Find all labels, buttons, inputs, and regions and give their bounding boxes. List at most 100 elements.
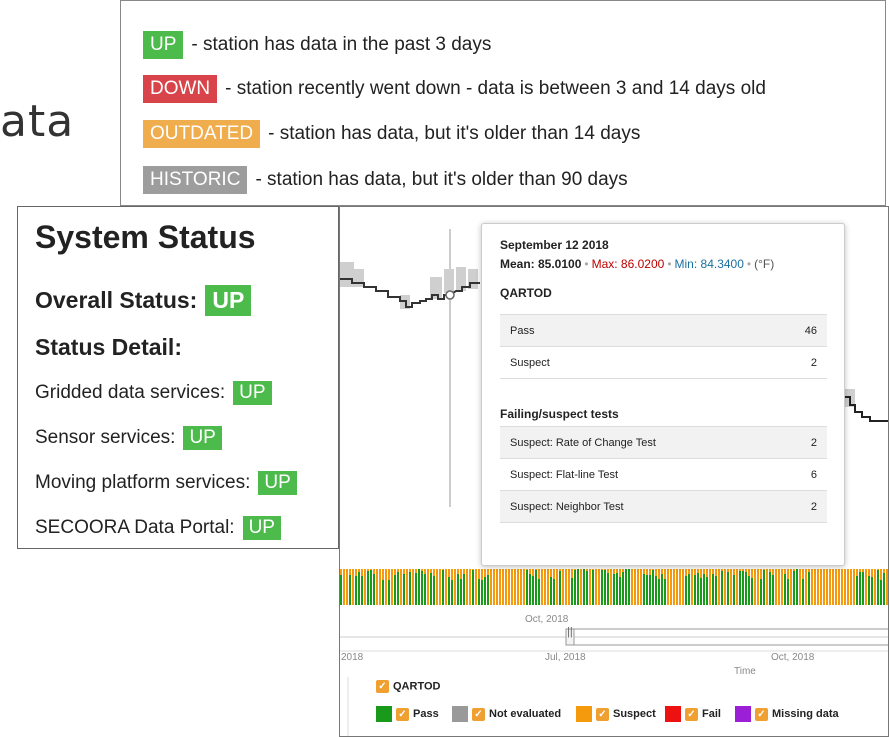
outdated-tag: OUTDATED: [143, 120, 261, 148]
flag-bar: [598, 569, 600, 605]
flag-bar: [763, 570, 765, 605]
flag-bar: [484, 569, 486, 577]
flag-bar: [412, 569, 414, 605]
flag-bar: [694, 575, 696, 605]
flag-bar: [700, 569, 702, 578]
service-status-badge: UP: [183, 426, 222, 450]
legend-item-not-evaluated[interactable]: ✓ Not evaluated: [452, 706, 561, 722]
flag-bar: [811, 569, 813, 605]
tooltip-min: Min: 84.3400: [674, 257, 744, 271]
legend-row-outdated: OUTDATED - station has data, but it's ol…: [143, 120, 640, 148]
flag-bar: [571, 578, 573, 605]
flag-bar: [658, 579, 660, 605]
flag-bar: [403, 574, 405, 605]
flag-bar: [817, 569, 819, 605]
flag-bar: [841, 569, 843, 605]
service-label: Gridded data services:: [35, 382, 226, 403]
flag-bar: [442, 570, 444, 605]
flag-bar: [643, 569, 645, 574]
legend-label: Pass: [413, 708, 439, 720]
flag-bar: [670, 569, 672, 605]
background-text-fragment: ata: [0, 96, 75, 147]
flag-bar: [382, 569, 384, 580]
checkbox-icon[interactable]: ✓: [376, 680, 389, 693]
flag-bar: [424, 569, 426, 574]
legend-item-suspect[interactable]: ✓ Suspect: [576, 706, 656, 722]
service-label: Sensor services:: [35, 427, 176, 448]
flag-bar: [865, 569, 867, 605]
checkbox-icon[interactable]: ✓: [472, 707, 485, 721]
legend-item-pass[interactable]: ✓ Pass: [376, 706, 439, 722]
flag-bar: [766, 569, 768, 605]
flag-bar: [697, 573, 699, 605]
flag-bar: [802, 569, 804, 579]
table-row: Suspect 2: [500, 346, 827, 379]
flag-bar: [805, 569, 807, 605]
flag-bar: [424, 574, 426, 605]
flag-bar: [556, 569, 558, 605]
checkbox-icon[interactable]: ✓: [596, 707, 609, 721]
flag-bar: [409, 572, 411, 605]
flag-bar: [343, 569, 345, 605]
flag-bar: [559, 571, 561, 605]
legend-row-down: DOWN - station recently went down - data…: [143, 75, 766, 103]
flag-bar: [844, 569, 846, 605]
flag-bar: [364, 569, 366, 605]
checkbox-icon[interactable]: ✓: [755, 707, 768, 721]
system-status-title: System Status: [35, 219, 256, 255]
flag-bar: [685, 569, 687, 576]
flag-bar: [643, 574, 645, 605]
flag-bar: [868, 569, 870, 576]
flag-bar: [607, 569, 609, 573]
flag-bar: [484, 577, 486, 605]
flag-bar: [760, 579, 762, 605]
checkbox-icon[interactable]: ✓: [396, 707, 409, 721]
flag-bar: [439, 569, 441, 605]
flag-bar: [679, 569, 681, 605]
legend-item-fail[interactable]: ✓ Fail: [665, 706, 721, 722]
flag-bar: [373, 569, 375, 574]
qartod-legend-title[interactable]: ✓ QARTOD: [376, 680, 440, 693]
flag-bar: [862, 572, 864, 605]
flag-bar: [715, 576, 717, 605]
flag-bar: [769, 572, 771, 605]
checkbox-icon[interactable]: ✓: [685, 707, 698, 721]
navigator-label-right: Oct, 2018: [771, 652, 815, 663]
flag-bar: [505, 569, 507, 605]
flag-bar: [769, 569, 771, 572]
flag-bar: [358, 569, 360, 572]
flag-bar: [583, 569, 585, 605]
flag-bar: [553, 579, 555, 605]
row-value: 2: [810, 356, 817, 369]
flag-bar: [421, 569, 423, 571]
flag-bar: [547, 569, 549, 605]
flag-bar: [646, 575, 648, 605]
legend-label: Suspect: [613, 708, 656, 720]
tooltip-unit: (°F): [754, 257, 775, 271]
flag-bar: [625, 569, 627, 605]
flag-bar: [535, 570, 537, 605]
flag-bar: [763, 569, 765, 570]
flag-bar: [460, 569, 462, 579]
flag-bar: [577, 569, 579, 605]
flag-bar: [724, 569, 726, 605]
flag-bar: [376, 569, 378, 605]
flag-bar: [856, 569, 858, 576]
flag-bar: [619, 569, 621, 577]
flag-bar: [391, 569, 393, 605]
flag-bar: [814, 569, 816, 605]
flag-bar: [733, 575, 735, 605]
flag-bar: [856, 576, 858, 605]
flag-bar: [793, 569, 795, 571]
flag-bar: [502, 569, 504, 605]
flag-bar: [700, 578, 702, 605]
flag-bar: [373, 574, 375, 605]
legend-item-missing[interactable]: ✓ Missing data: [735, 706, 839, 722]
flag-bar: [382, 580, 384, 605]
flag-bar: [784, 569, 786, 574]
flag-bar: [745, 572, 747, 605]
navigator-handle-grip[interactable]: ||: [567, 626, 573, 638]
tooltip-failing-title: Failing/suspect tests: [500, 407, 619, 421]
qartod-table: Pass 46 Suspect 2: [500, 314, 827, 379]
flag-bar: [661, 569, 663, 574]
